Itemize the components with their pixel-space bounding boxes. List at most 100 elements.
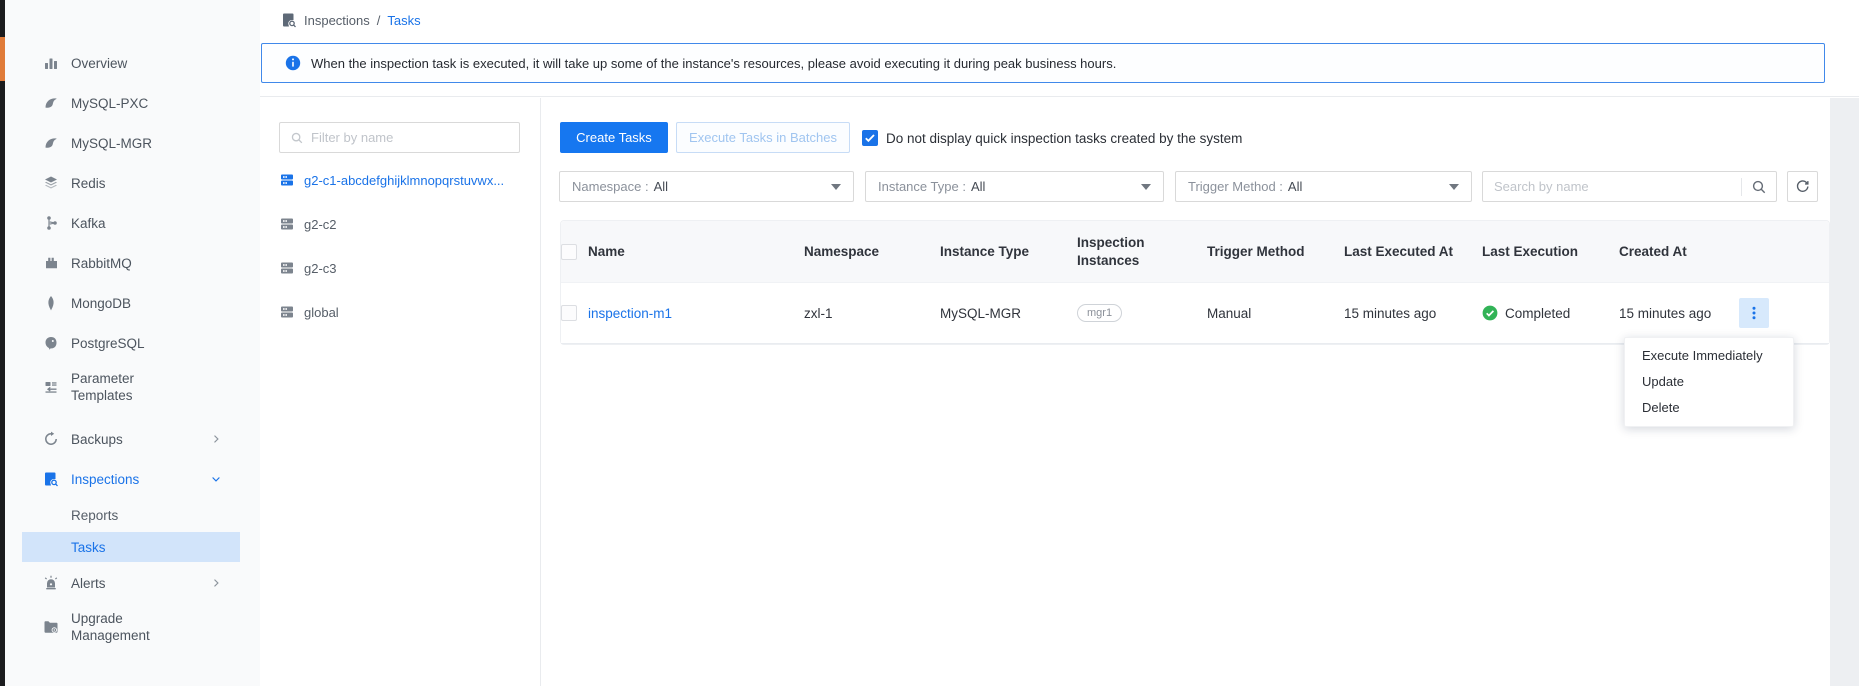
namespace-dropdown-value: All [654,179,668,194]
sidebar-item-upgrade-management[interactable]: Upgrade Management [5,603,260,651]
sidebar-item-label: Overview [71,55,191,72]
sidebar-item-label: Alerts [71,575,191,592]
folder-gear-icon [43,619,59,635]
layers-icon [43,175,59,191]
sidebar-item-label: MySQL-MGR [71,135,191,152]
search-input-wrap [1482,171,1777,202]
panel-divider [540,98,541,686]
refresh-button[interactable] [1787,171,1818,202]
trigger-method-dropdown[interactable]: Trigger Method : All [1175,171,1472,202]
sidebar: Overview MySQL-PXC MySQL-MGR Redis Kafka… [5,0,260,686]
row-actions-menu: Execute Immediately Update Delete [1624,337,1794,427]
instance-type-dropdown-value: All [971,179,985,194]
instance-tag: mgr1 [1077,304,1122,322]
sidebar-item-backups[interactable]: Backups [5,419,260,459]
top-band: Inspections / Tasks When the inspection … [260,0,1859,97]
execute-tasks-in-batches-button[interactable]: Execute Tasks in Batches [676,122,850,153]
server-icon [279,216,295,232]
sidebar-item-mysql-mgr[interactable]: MySQL-MGR [5,123,260,163]
sidebar-item-parameter-templates[interactable]: Parameter Templates [5,363,260,411]
page-gutter [1830,98,1859,686]
inspection-icon [281,12,297,28]
cluster-item-label: g2-c1-abcdefghijklmnopqrstuvwx... [304,173,504,188]
row-checkbox[interactable] [561,305,577,321]
col-header-instance-type: Instance Type [940,243,1077,261]
bar-chart-icon [43,55,59,71]
sidebar-item-label: Inspections [71,471,191,488]
trigger-method-dropdown-value: All [1288,179,1302,194]
sidebar-item-redis[interactable]: Redis [5,163,260,203]
cluster-filter-input[interactable] [311,130,511,145]
info-icon [285,55,301,71]
cluster-item-global[interactable]: global [279,300,529,324]
sidebar-item-label: Redis [71,175,191,192]
cell-trigger-method: Manual [1207,306,1344,321]
namespace-dropdown[interactable]: Namespace : All [559,171,854,202]
search-icon [290,131,304,145]
sidebar-item-rabbitmq[interactable]: RabbitMQ [5,243,260,283]
caret-down-icon [1141,184,1151,190]
dolphin-icon [43,95,59,111]
cell-last-execution: Completed [1482,305,1619,321]
instance-type-dropdown[interactable]: Instance Type : All [865,171,1164,202]
status-text: Completed [1505,306,1570,321]
breadcrumb: Inspections / Tasks [281,12,421,28]
quick-tasks-checkbox[interactable] [862,130,878,146]
dolphin-icon [43,135,59,151]
create-tasks-button[interactable]: Create Tasks [560,122,668,153]
info-banner: When the inspection task is executed, it… [261,43,1825,83]
completed-check-icon [1482,305,1498,321]
col-header-last-executed-at: Last Executed At [1344,243,1482,261]
sliders-icon [43,379,59,395]
col-header-created-at: Created At [1619,243,1739,261]
sidebar-item-label: MongoDB [71,295,191,312]
rabbit-icon [43,255,59,271]
refresh-icon [1795,179,1810,194]
info-banner-text: When the inspection task is executed, it… [311,56,1116,71]
cluster-item-label: g2-c2 [304,217,337,232]
sidebar-item-label: Reports [71,508,118,523]
cell-last-executed-at: 15 minutes ago [1344,306,1482,321]
chevron-right-icon [210,433,222,445]
sidebar-item-inspections[interactable]: Inspections [5,459,260,499]
search-input[interactable] [1494,179,1741,194]
select-all-checkbox[interactable] [561,244,577,260]
tasks-table: Name Namespace Instance Type Inspection … [560,220,1830,345]
menu-item-update[interactable]: Update [1625,369,1793,395]
table-row: inspection-m1 zxl-1 MySQL-MGR mgr1 Manua… [561,282,1829,344]
sidebar-item-postgresql[interactable]: PostgreSQL [5,323,260,363]
menu-item-delete[interactable]: Delete [1625,395,1793,421]
caret-down-icon [831,184,841,190]
row-actions-kebab-button[interactable] [1739,298,1769,328]
search-icon[interactable] [1751,179,1767,195]
input-divider [1741,178,1742,196]
col-header-name: Name [588,243,804,261]
sidebar-item-label: RabbitMQ [71,255,191,272]
cell-created-at: 15 minutes ago [1619,306,1739,321]
breadcrumb-current[interactable]: Tasks [387,13,420,28]
menu-item-execute-immediately[interactable]: Execute Immediately [1625,343,1793,369]
cell-instance-type: MySQL-MGR [940,306,1077,321]
content-panel: g2-c1-abcdefghijklmnopqrstuvwx... g2-c2 … [260,98,1830,686]
table-header-row: Name Namespace Instance Type Inspection … [561,221,1829,282]
namespace-dropdown-label: Namespace : [572,179,649,194]
cluster-item-g2-c3[interactable]: g2-c3 [279,256,529,280]
col-header-trigger-method: Trigger Method [1207,243,1344,261]
cluster-item-g2-c1[interactable]: g2-c1-abcdefghijklmnopqrstuvwx... [279,168,529,192]
restore-icon [43,431,59,447]
breadcrumb-parent[interactable]: Inspections [304,13,370,28]
sidebar-item-overview[interactable]: Overview [5,43,260,83]
kebab-icon [1747,306,1761,320]
cluster-item-g2-c2[interactable]: g2-c2 [279,212,529,236]
task-name-link[interactable]: inspection-m1 [588,306,804,321]
kafka-icon [43,215,59,231]
sidebar-item-reports[interactable]: Reports [5,499,260,531]
sidebar-item-mysql-pxc[interactable]: MySQL-PXC [5,83,260,123]
sidebar-item-label: Tasks [71,540,106,555]
sidebar-item-mongodb[interactable]: MongoDB [5,283,260,323]
cluster-filter-input-wrap [279,122,520,153]
cluster-item-label: global [304,305,339,320]
sidebar-item-alerts[interactable]: Alerts [5,563,260,603]
sidebar-item-tasks[interactable]: Tasks [22,532,240,562]
sidebar-item-kafka[interactable]: Kafka [5,203,260,243]
